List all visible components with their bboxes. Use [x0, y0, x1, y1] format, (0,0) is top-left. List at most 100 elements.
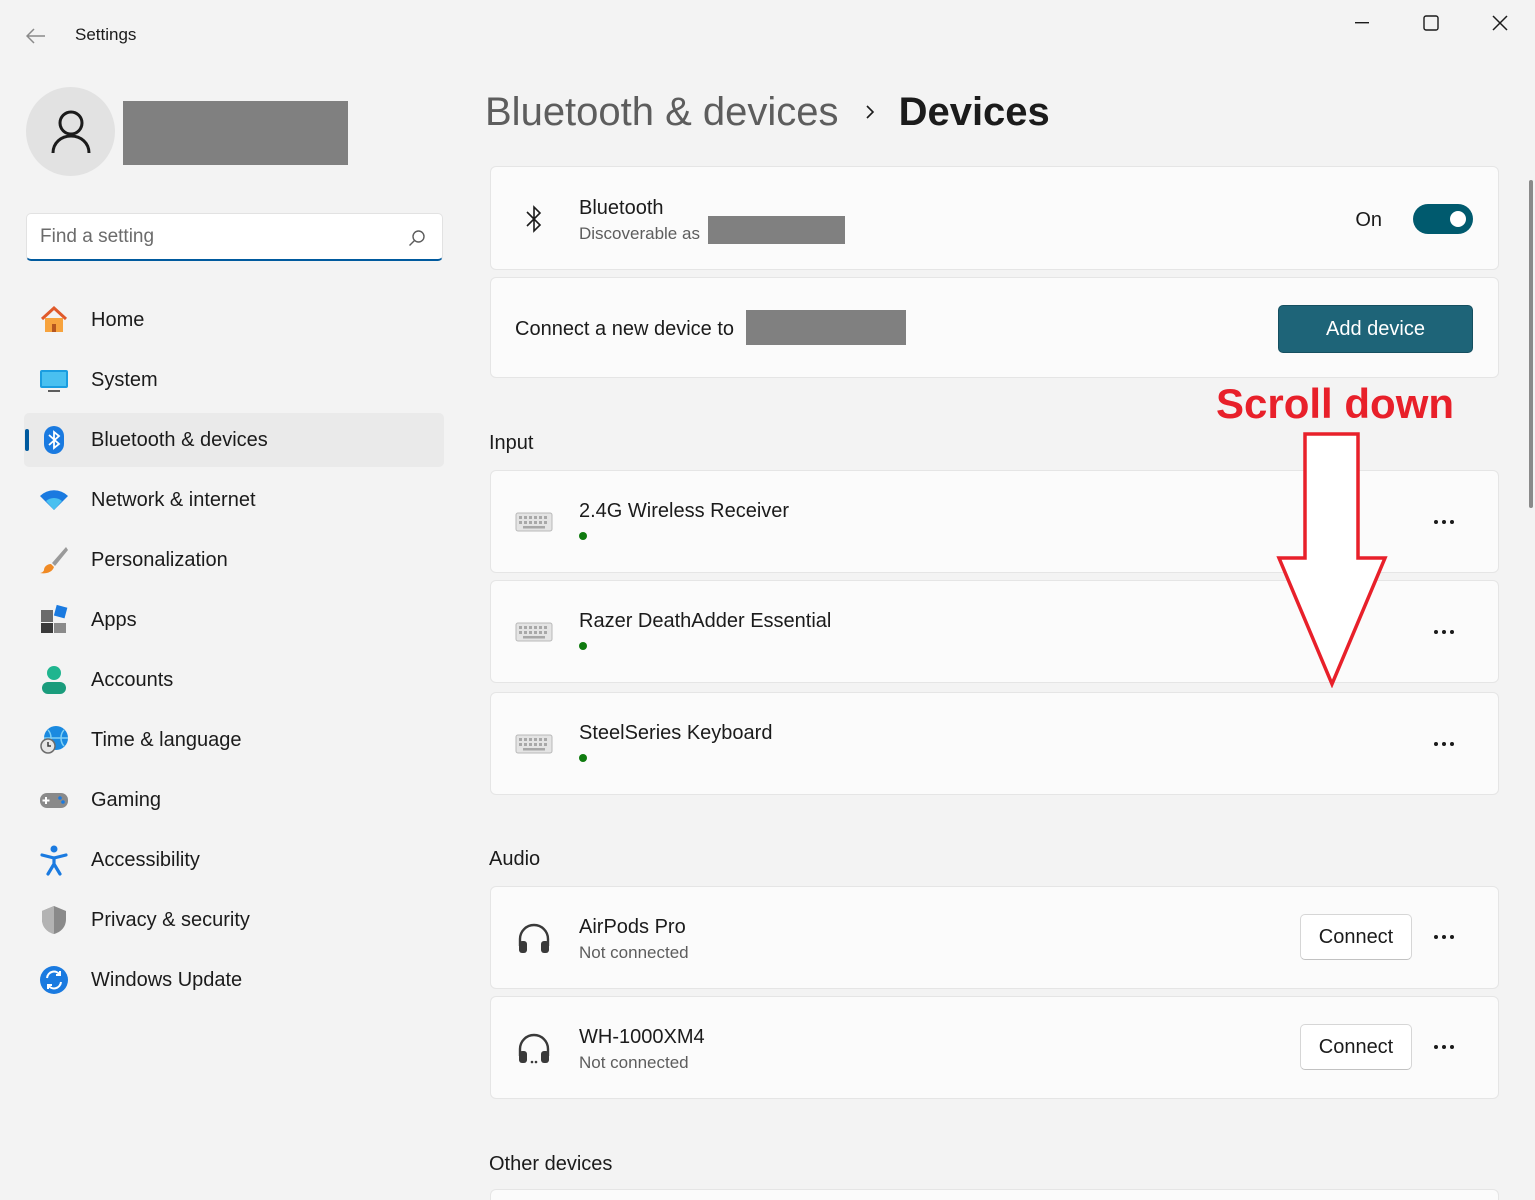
person-icon — [51, 110, 90, 153]
connect-button[interactable]: Connect — [1300, 914, 1412, 960]
sidebar-item-label: Network & internet — [91, 488, 256, 511]
device-status: Not connected — [579, 1053, 689, 1072]
more-options-button[interactable] — [1420, 728, 1468, 760]
gamepad-icon — [38, 784, 70, 816]
device-card[interactable] — [490, 1189, 1499, 1200]
device-status: Not connected — [579, 943, 689, 962]
update-icon — [38, 964, 70, 996]
scroll-down-annotation: Scroll down — [1216, 380, 1455, 427]
device-card[interactable]: WH-1000XM4 Not connected Connect — [490, 996, 1499, 1099]
back-arrow-icon — [26, 28, 45, 44]
bluetooth-icon — [38, 424, 70, 456]
section-heading-audio: Audio — [489, 848, 541, 870]
more-options-button[interactable] — [1420, 616, 1468, 648]
connect-button[interactable]: Connect — [1300, 1024, 1412, 1070]
sidebar-item-network-internet[interactable]: Network & internet — [24, 473, 444, 527]
headphones-icon — [513, 920, 555, 956]
page-title: Devices — [898, 89, 1050, 134]
sidebar-nav: Home System Bluetooth & devices Network … — [24, 293, 444, 1013]
scrollbar-thumb[interactable] — [1529, 180, 1533, 508]
sidebar-item-accessibility[interactable]: Accessibility — [24, 833, 444, 887]
connected-status-dot — [579, 642, 587, 650]
connected-status-dot — [579, 532, 587, 540]
brush-icon — [38, 544, 70, 576]
bluetooth-symbol-icon — [513, 201, 555, 237]
device-name: 2.4G Wireless Receiver — [579, 500, 790, 522]
close-button[interactable] — [1475, 8, 1525, 38]
minimize-button[interactable] — [1337, 8, 1387, 38]
device-name-redacted — [708, 216, 845, 244]
connected-status-dot — [579, 754, 587, 762]
accessibility-icon — [38, 844, 70, 876]
accounts-icon — [38, 664, 70, 696]
profile-name-redacted — [123, 101, 348, 165]
sidebar-item-home[interactable]: Home — [24, 293, 444, 347]
sidebar-item-label: Apps — [91, 608, 137, 631]
apps-icon — [38, 604, 70, 636]
sidebar-item-time-language[interactable]: Time & language — [24, 713, 444, 767]
avatar[interactable] — [26, 87, 115, 176]
sidebar-item-bluetooth-devices[interactable]: Bluetooth & devices — [24, 413, 444, 467]
sidebar-item-gaming[interactable]: Gaming — [24, 773, 444, 827]
toggle-knob — [1450, 211, 1466, 227]
sidebar-item-label: Gaming — [91, 788, 162, 811]
more-options-button[interactable] — [1420, 921, 1468, 953]
device-name: SteelSeries Keyboard — [579, 722, 773, 744]
device-card[interactable]: AirPods Pro Not connected Connect — [490, 886, 1499, 989]
wifi-icon — [38, 484, 70, 516]
add-device-button[interactable]: Add device — [1278, 305, 1473, 353]
search-input[interactable] — [40, 223, 400, 251]
shield-icon — [38, 904, 70, 936]
search-icon[interactable] — [408, 229, 426, 247]
bluetooth-toggle[interactable] — [1413, 204, 1473, 234]
sidebar-item-label: Privacy & security — [91, 908, 250, 931]
time-language-icon — [38, 724, 70, 756]
device-name: Razer DeathAdder Essential — [579, 610, 832, 632]
sidebar-item-label: Bluetooth & devices — [91, 428, 268, 451]
device-name: AirPods Pro — [579, 916, 686, 938]
sidebar-item-apps[interactable]: Apps — [24, 593, 444, 647]
keyboard-icon — [513, 614, 555, 650]
sidebar-item-windows-update[interactable]: Windows Update — [24, 953, 444, 1007]
app-title: Settings — [75, 25, 137, 44]
maximize-icon — [1423, 15, 1439, 31]
sidebar-item-privacy-security[interactable]: Privacy & security — [24, 893, 444, 947]
sidebar-item-label: Windows Update — [91, 968, 243, 991]
sidebar-item-personalization[interactable]: Personalization — [24, 533, 444, 587]
more-options-button[interactable] — [1420, 506, 1468, 538]
connect-device-text: Connect a new device to — [515, 318, 735, 340]
home-icon — [38, 304, 70, 336]
breadcrumb-parent-link[interactable]: Bluetooth & devices — [485, 90, 839, 135]
section-heading-input: Input — [489, 432, 534, 454]
search-box[interactable] — [26, 213, 443, 261]
keyboard-icon — [513, 504, 555, 540]
down-arrow-icon — [1276, 432, 1388, 688]
bluetooth-card: Bluetooth Discoverable as On — [490, 166, 1499, 270]
device-card[interactable]: SteelSeries Keyboard — [490, 692, 1499, 795]
headphones-icon — [513, 1030, 555, 1066]
maximize-button[interactable] — [1406, 8, 1456, 38]
sidebar-item-label: Time & language — [91, 728, 242, 751]
sidebar-item-accounts[interactable]: Accounts — [24, 653, 444, 707]
bluetooth-toggle-label: On — [1355, 209, 1382, 231]
sidebar-item-label: System — [91, 368, 158, 391]
system-icon — [38, 364, 70, 396]
sidebar-item-label: Home — [91, 308, 145, 331]
device-name: WH-1000XM4 — [579, 1026, 705, 1048]
sidebar-item-label: Personalization — [91, 548, 228, 571]
bluetooth-title: Bluetooth — [579, 197, 664, 219]
connect-device-card: Connect a new device to Add device — [490, 277, 1499, 378]
sidebar-item-system[interactable]: System — [24, 353, 444, 407]
sidebar-item-label: Accounts — [91, 668, 174, 691]
pc-name-redacted — [746, 310, 906, 345]
close-icon — [1492, 15, 1508, 31]
breadcrumb: Bluetooth & devices Devices — [485, 86, 1050, 138]
more-options-button[interactable] — [1420, 1031, 1468, 1063]
title-bar: Settings — [0, 0, 1535, 70]
chevron-right-icon — [865, 104, 875, 120]
sidebar-item-label: Accessibility — [91, 848, 200, 871]
minimize-icon — [1355, 22, 1369, 24]
keyboard-icon — [513, 726, 555, 762]
bluetooth-subtitle: Discoverable as — [579, 224, 700, 243]
back-button[interactable] — [20, 20, 52, 52]
